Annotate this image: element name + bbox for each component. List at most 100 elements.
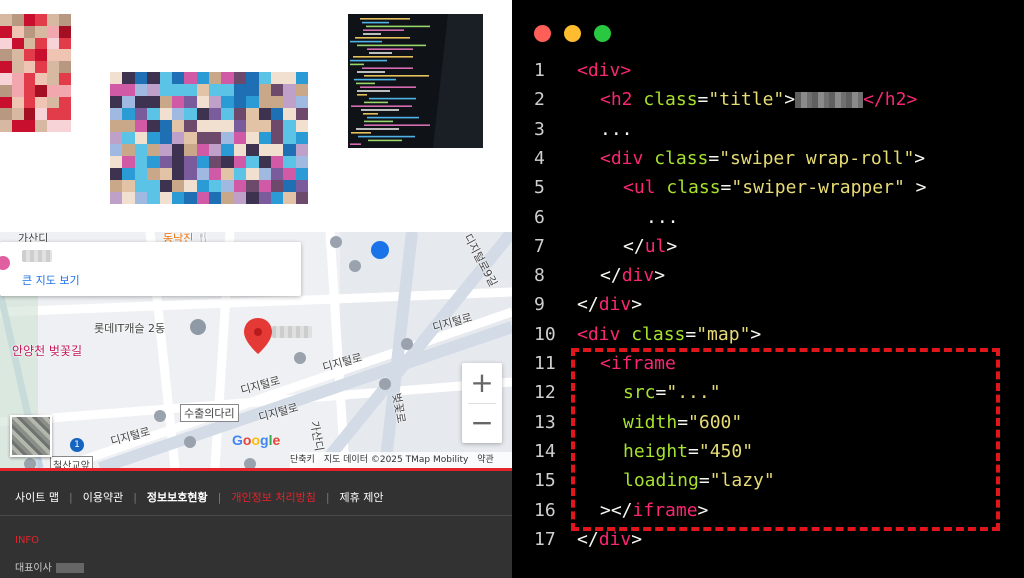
window-close-dot[interactable] <box>534 25 551 42</box>
code-token: </ <box>623 235 645 257</box>
mosaic-cell <box>23 25 36 38</box>
code-text: </ul> <box>623 236 677 257</box>
code-token: > <box>620 60 632 81</box>
screen-code-line <box>358 135 415 138</box>
code-token: </ <box>600 265 622 287</box>
code-text: <h2 class="title"> </h2> <box>600 89 917 110</box>
zoom-out-button[interactable]: − <box>462 403 502 443</box>
zoom-in-button[interactable]: + <box>462 363 502 403</box>
code-token: </h2> <box>863 89 918 111</box>
line-number: 10 <box>534 323 556 345</box>
footer-nav-link[interactable]: 사이트 맵 <box>15 489 59 505</box>
mosaic-cell <box>258 180 271 192</box>
footer-info-heading: INFO <box>15 535 40 546</box>
mosaic-cell <box>171 84 185 96</box>
mosaic-cell <box>122 192 135 204</box>
map-zoom-controls: + − <box>462 363 502 443</box>
mosaic-cell <box>59 14 71 26</box>
code-token: <ul <box>623 177 667 199</box>
code-token: div <box>621 265 655 287</box>
mosaic-cell <box>258 84 271 96</box>
mosaic-cell <box>209 180 222 192</box>
mosaic-cell <box>184 156 197 168</box>
screen-code-line <box>367 116 419 119</box>
mosaic-cell <box>0 49 12 62</box>
google-logo-letter: e <box>272 432 281 448</box>
code-text: <div class="swiper wrap-roll"> <box>600 148 925 169</box>
screen-code-line <box>350 63 364 66</box>
mosaic-cell <box>209 192 222 204</box>
mosaic-cell <box>147 132 160 144</box>
mosaic-cell <box>134 120 148 132</box>
mosaic-cell <box>122 168 135 180</box>
mosaic-cell <box>221 72 234 84</box>
mosaic-cell <box>0 96 12 109</box>
window-maximize-dot[interactable] <box>594 25 611 42</box>
mosaic-cell <box>209 132 222 144</box>
mosaic-cell <box>147 192 160 204</box>
line-number: 16 <box>534 499 556 521</box>
mosaic-cell <box>209 72 222 84</box>
footer-divider <box>0 515 512 516</box>
code-line: 1 <div> <box>512 60 1012 89</box>
blurred-image-center[interactable] <box>110 72 308 204</box>
mosaic-cell <box>110 132 123 144</box>
code-line: 9 </div> <box>512 294 1012 323</box>
blurred-image-left[interactable] <box>0 14 71 132</box>
code-screen-image[interactable] <box>348 14 483 148</box>
mosaic-cell <box>209 156 222 168</box>
code-token: <div <box>577 323 632 345</box>
footer-nav-separator: | <box>133 490 137 504</box>
mosaic-cell <box>196 132 209 144</box>
screen-code-line <box>364 75 429 77</box>
mosaic-cell <box>246 96 259 108</box>
mosaic-cell <box>270 120 284 132</box>
line-number: 9 <box>534 294 545 316</box>
mosaic-cell <box>0 108 12 121</box>
mosaic-cell <box>11 49 24 62</box>
place-name-redacted <box>22 250 52 262</box>
footer-nav-link[interactable]: 제휴 제안 <box>340 489 384 505</box>
mosaic-cell <box>196 156 209 168</box>
mosaic-cell <box>246 132 259 144</box>
place-marker-icon <box>0 256 10 270</box>
mosaic-cell <box>233 96 247 108</box>
satellite-toggle-thumbnail[interactable] <box>10 415 52 457</box>
line-number: 13 <box>534 411 556 433</box>
terms-link[interactable]: 약관 <box>477 455 494 465</box>
mosaic-cell <box>110 108 123 120</box>
mosaic-cell <box>270 84 284 96</box>
iframe-highlight-box <box>571 348 1000 531</box>
footer-nav-link[interactable]: 개인정보 처리방침 <box>231 489 315 505</box>
mosaic-cell <box>47 120 60 132</box>
mosaic-cell <box>134 84 148 96</box>
mosaic-cell <box>35 84 48 97</box>
screen-code-line <box>362 21 389 24</box>
keyboard-shortcuts-link[interactable]: 단축키 <box>290 455 315 465</box>
code-token: class <box>666 177 721 199</box>
mosaic-cell <box>283 144 296 156</box>
window-minimize-dot[interactable] <box>564 25 581 42</box>
mosaic-cell <box>171 120 185 132</box>
footer-nav-link[interactable]: 이용약관 <box>83 489 123 505</box>
view-larger-map-link[interactable]: 큰 지도 보기 <box>22 272 80 288</box>
code-token: = <box>720 177 732 199</box>
code-token: <h2 <box>600 89 644 111</box>
mosaic-cell <box>47 25 60 38</box>
zoom-divider <box>468 403 496 404</box>
mosaic-cell <box>196 84 209 96</box>
mosaic-cell <box>184 192 197 204</box>
mosaic-cell <box>196 108 209 120</box>
footer-nav-link[interactable]: 정보보호현황 <box>147 489 208 505</box>
mosaic-cell <box>196 168 209 180</box>
mosaic-cell <box>159 96 172 108</box>
code-token: "swiper wrap-roll" <box>719 147 915 169</box>
website-panel: 가산디 동낙진 🍴 롯데IT캐슬 2동 안양천 벚꽃길 디지털로 디지털로 디지… <box>0 0 512 578</box>
mosaic-cell <box>122 96 135 108</box>
mosaic-cell <box>47 96 60 109</box>
mosaic-cell <box>283 120 296 132</box>
mosaic-cell <box>283 108 296 120</box>
code-token: </ <box>577 294 599 316</box>
code-token: = <box>697 89 709 111</box>
mosaic-cell <box>134 168 148 180</box>
